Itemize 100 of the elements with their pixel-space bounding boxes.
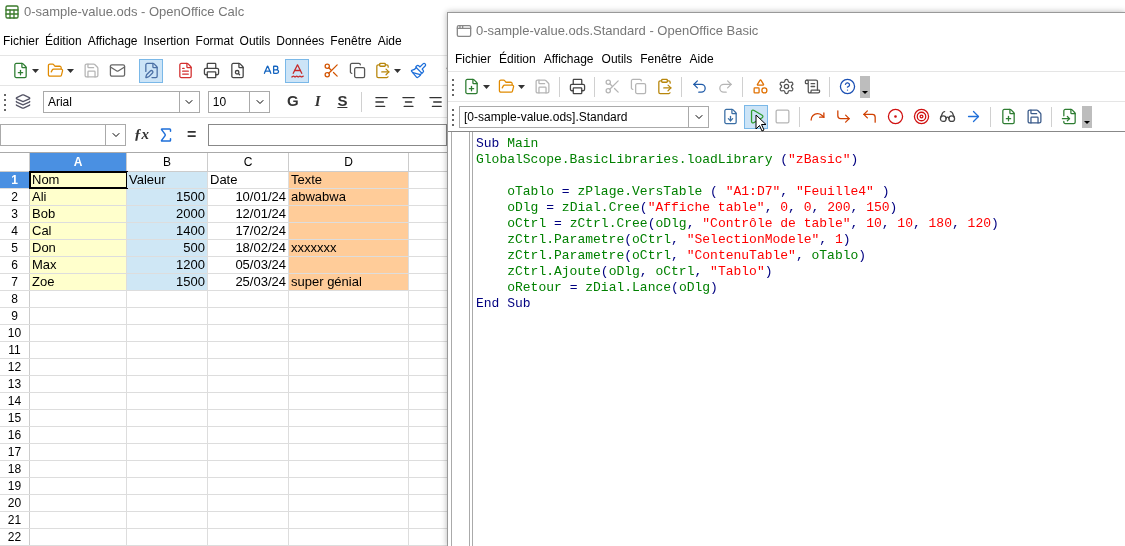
table-cell: abwabwa (289, 189, 409, 205)
styles-icon[interactable] (14, 93, 31, 110)
save-icon (82, 62, 100, 79)
menu-item[interactable]: Outils (597, 50, 637, 68)
menu-item[interactable]: Fichier (451, 50, 495, 68)
breakpoints-icon (912, 108, 930, 125)
undo-icon (690, 78, 708, 95)
menu-item[interactable]: Affichage (539, 50, 598, 68)
save-icon (1025, 108, 1043, 125)
print-icon (202, 62, 220, 79)
auto-spelling-icon (288, 62, 306, 79)
edit-document-button[interactable] (139, 58, 163, 83)
table-cell: 500 (127, 240, 208, 256)
code-line: GlobalScope.BasicLibraries.loadLibrary ("zBasic") (476, 152, 859, 168)
dropdown-arrow-icon (518, 84, 525, 89)
envelope-icon (108, 62, 126, 79)
code-line: oRetour = zDial.Lance(oDlg) (506, 280, 718, 296)
window-title: 0-sample-value.ods - OpenOffice Calc (24, 3, 245, 22)
window-icon (456, 23, 472, 39)
toolbar-overflow-button[interactable] (1082, 105, 1092, 128)
glasses-icon (938, 108, 956, 125)
compile-icon (721, 108, 739, 125)
table-cell: Bob (30, 206, 127, 222)
table-cell: Date (208, 172, 289, 188)
cut-icon (603, 78, 621, 95)
pdf-icon (176, 62, 194, 79)
formula-input-field[interactable] (208, 123, 447, 146)
toolbar-grip-icon[interactable] (452, 77, 455, 96)
menu-item[interactable]: Édition (42, 32, 85, 50)
menu-item[interactable]: Insertion (140, 32, 193, 50)
table-cell: 1500 (127, 189, 208, 205)
shapes-icon (751, 78, 769, 95)
toolbar-overflow-button[interactable] (860, 75, 870, 98)
function-wizard-button[interactable]: ƒx (134, 123, 149, 146)
equals-button[interactable]: = (183, 122, 201, 147)
code-line: oTablo = zPlage.VersTable ( "A1:D7", "Feuille4" ) (506, 183, 890, 200)
menu-item[interactable]: Outils (236, 32, 274, 50)
menu-item[interactable]: Données (273, 32, 328, 50)
auto-spelling-button[interactable] (285, 58, 309, 83)
spreadsheet-icon (4, 4, 20, 20)
library-select[interactable]: [0-sample-value.ods].Standard (459, 105, 709, 128)
cut-icon (322, 62, 340, 79)
new-document-icon (463, 78, 480, 95)
menu-item[interactable]: Fichier (0, 32, 42, 50)
menu-item[interactable]: Édition (495, 50, 540, 68)
toolbar-grip-icon[interactable] (452, 107, 455, 126)
redo-icon (716, 78, 734, 95)
table-cell: Zoe (30, 274, 127, 290)
scroll-icon (803, 78, 821, 95)
stop-icon (773, 108, 791, 125)
italic-button[interactable]: I (307, 90, 328, 113)
table-cell: super génial (289, 274, 409, 290)
mouse-pointer-icon (755, 114, 767, 132)
table-cell: 2000 (127, 206, 208, 222)
bold-button[interactable]: G (282, 90, 304, 113)
new-document-icon (12, 62, 29, 79)
table-cell: 1400 (127, 223, 208, 239)
code-line: zCtrl.Ajoute(oDlg, oCtrl, "Tablo") (506, 264, 773, 280)
preview-icon (228, 62, 246, 79)
underline-button[interactable]: S (332, 90, 353, 113)
code-line: End Sub (476, 296, 531, 312)
edit-document-icon (142, 62, 160, 79)
brush-icon (409, 62, 427, 79)
copy-icon (348, 62, 366, 79)
font-name-field[interactable]: Arial (42, 90, 200, 113)
folder-icon (498, 78, 515, 95)
code-line: zCtrl.Parametre(oCtrl, "ContenuTable", oTablo) (506, 248, 867, 264)
paste-icon (655, 78, 673, 95)
table-cell: Nom (30, 172, 127, 188)
menu-item[interactable]: Aide (685, 50, 718, 68)
step-out-icon (860, 108, 878, 125)
settings-icon (777, 78, 795, 95)
code-line: oDlg = zDial.Cree("Affiche table", 0, 0, 200, 150) (506, 200, 898, 216)
toolbar-grip-icon[interactable] (4, 92, 7, 111)
code-line: oCtrl = zCtrl.Cree(oDlg, "Contrôle de table", 10, 10, 180, 120) (506, 216, 999, 232)
step-into-icon (834, 108, 852, 125)
copy-icon (629, 78, 647, 95)
import-icon (1060, 108, 1078, 125)
breakpoint-icon (886, 108, 904, 125)
menu-item[interactable]: Fenêtre (636, 50, 686, 68)
dropdown-arrow-icon (394, 68, 401, 73)
code-line: Sub Main (476, 136, 539, 152)
table-cell: Texte (289, 172, 409, 188)
menu-item[interactable]: Aide (374, 32, 405, 50)
table-cell: 1200 (127, 257, 208, 273)
paste-icon (374, 62, 391, 79)
table-cell: Don (30, 240, 127, 256)
font-size-field[interactable]: 10 (207, 90, 271, 113)
dropdown-arrow-icon (67, 68, 74, 73)
code-line: zCtrl.Parametre(oCtrl, "SelectionModele", 1) (506, 232, 851, 248)
menu-item[interactable]: Format (192, 32, 237, 50)
folder-icon (47, 62, 64, 79)
table-cell: Max (30, 257, 127, 273)
table-cell: Ali (30, 189, 127, 205)
dropdown-arrow-icon (483, 84, 490, 89)
table-cell: 1500 (127, 274, 208, 290)
menu-item[interactable]: Affichage (84, 32, 141, 50)
caret-down-icon (1084, 120, 1090, 124)
insert-module-icon (999, 108, 1017, 125)
menu-item[interactable]: Fenêtre (327, 32, 375, 50)
